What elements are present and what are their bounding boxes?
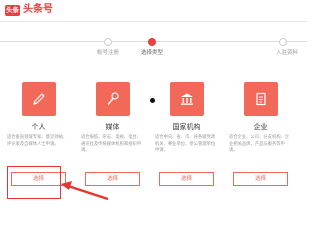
step-label-select-type: 选择类型 <box>140 50 164 56</box>
step-line <box>112 41 148 42</box>
select-button-government[interactable]: 选择 <box>159 172 214 186</box>
logo-text[interactable]: 头条号 <box>23 3 53 17</box>
pen-icon <box>21 82 56 116</box>
header-bar: 头条 头条号 <box>0 0 307 22</box>
type-card-enterprise[interactable]: 企业 适合企业、公司、分支机构、企业相关品牌、产品与服务等申请。 选择 <box>226 72 295 198</box>
microphone-icon <box>95 82 130 116</box>
progress-steps: 帐号注册 选择类型 入驻资料 <box>0 30 307 60</box>
annotation-highlight-box <box>7 166 61 199</box>
step-line <box>287 41 307 42</box>
logo-badge[interactable]: 头条 <box>5 5 20 16</box>
step-label-register: 帐号注册 <box>96 50 120 56</box>
card-description: 适合中央、省、市、县各级党政机关、事业单位、参公管理单位申请。 <box>155 135 216 153</box>
step-line <box>156 41 279 42</box>
step-label-profile: 入驻资料 <box>275 50 299 56</box>
government-building-icon <box>169 82 204 116</box>
card-title: 个人 <box>31 123 46 131</box>
step-dot-2 <box>148 38 156 46</box>
card-title: 国家机构 <box>172 123 201 131</box>
card-description: 适合企业、公司、分支机构、企业相关品牌、产品与服务等申请。 <box>229 135 290 153</box>
step-line <box>0 41 104 42</box>
card-description: 适合报纸、杂志、电视、电台、通讯社及传统媒体机构和组织申请。 <box>81 135 142 153</box>
annotation-arrow-icon <box>61 181 109 201</box>
document-icon <box>243 82 278 116</box>
card-description: 适合垂直领域专家、意见领袖、评论家及自媒体人士申请。 <box>7 135 68 147</box>
bullet-dot <box>150 98 155 103</box>
type-card-government[interactable]: 国家机构 适合中央、省、市、县各级党政机关、事业单位、参公管理单位申请。 选择 <box>152 72 221 198</box>
card-title: 企业 <box>253 123 268 131</box>
card-title: 媒体 <box>105 123 120 131</box>
step-dot-1 <box>104 38 112 46</box>
step-dot-3 <box>279 38 287 46</box>
select-button-enterprise[interactable]: 选择 <box>233 172 288 186</box>
